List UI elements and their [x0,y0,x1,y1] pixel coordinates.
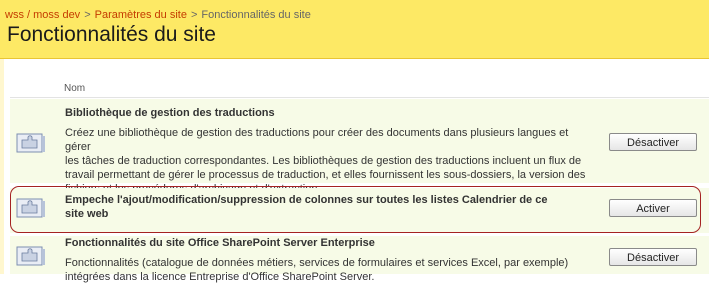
breadcrumb-separator: > [84,9,91,21]
breadcrumb: wss / moss dev > Paramètres du site > Foncti… [5,9,311,21]
title-line: Empeche l'ajout/modification/suppression… [65,194,548,206]
deactivate-button[interactable]: Désactiver [609,248,697,266]
activate-button[interactable]: Activer [609,199,697,217]
description-line: travail permettant de gérer le processus… [65,169,586,181]
title-line: site web [65,208,109,220]
deactivate-button[interactable]: Désactiver [609,133,697,151]
description-line: les tâches de traduction correspondantes… [65,155,582,167]
puzzle-feature-icon [16,132,46,154]
page-header: wss / moss dev > Paramètres du site > Foncti… [0,0,709,59]
breadcrumb-site-link[interactable]: wss / moss dev [5,9,80,21]
puzzle-feature-icon [16,197,46,219]
feature-row-translation-library: Bibliothèque de gestion des traductions … [10,99,709,195]
feature-title: Fonctionnalités du site Office SharePoin… [65,237,375,249]
breadcrumb-settings-link[interactable]: Paramètres du site [95,9,187,21]
description-line: Créez une bibliothèque de gestion des tr… [65,127,569,153]
breadcrumb-separator: > [190,9,198,21]
feature-description: Fonctionnalités (catalogue de données mé… [65,256,595,284]
feature-row-office-sharepoint-enterprise: Fonctionnalités du site Office SharePoin… [10,236,709,283]
left-gutter [0,59,4,274]
feature-description: Créez une bibliothèque de gestion des tr… [65,126,595,196]
column-header-name: Nom [64,83,86,94]
description-line: intégrées dans la licence Entreprise d'O… [65,271,375,283]
feature-title: Empeche l'ajout/modification/suppression… [65,193,547,221]
description-line: Fonctionnalités (catalogue de données mé… [65,257,569,269]
column-header-divider [10,97,709,98]
feature-title: Bibliothèque de gestion des traductions [65,107,275,119]
page-title: Fonctionnalités du site [7,23,216,46]
feature-row-calendar-columns: Empeche l'ajout/modification/suppression… [10,188,709,233]
puzzle-feature-icon [16,245,46,267]
breadcrumb-current: Fonctionnalités du site [201,9,311,21]
